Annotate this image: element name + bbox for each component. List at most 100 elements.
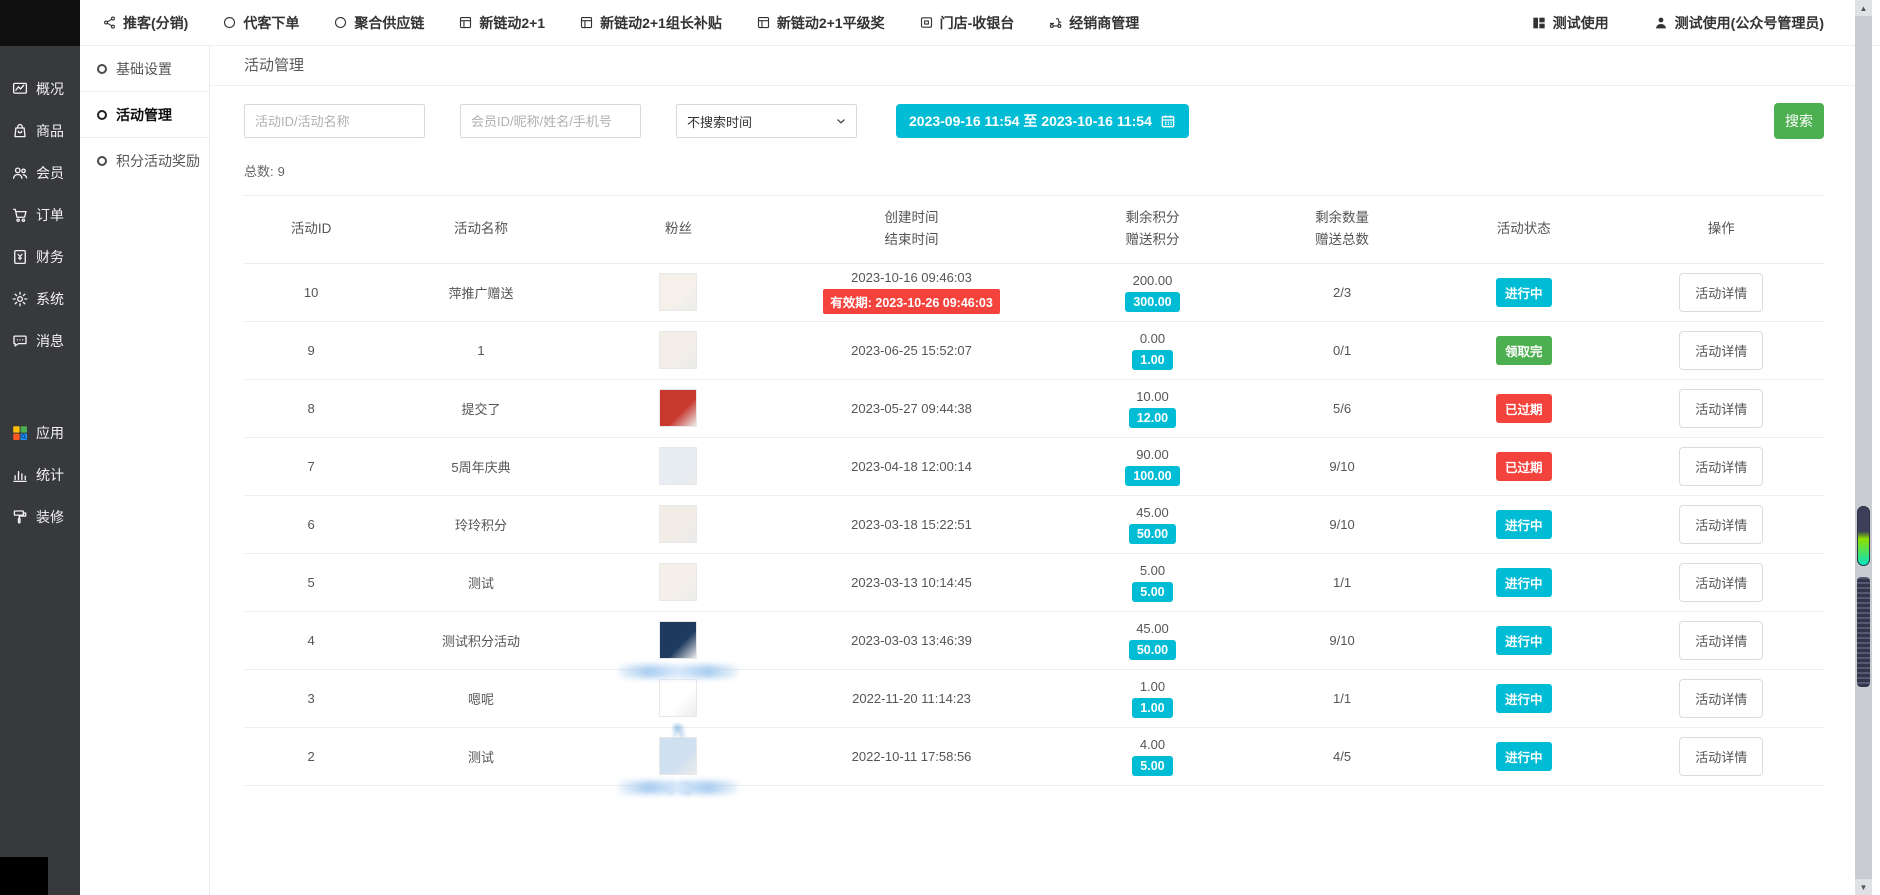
- activity-detail-button[interactable]: 活动详情: [1679, 389, 1763, 428]
- sidebar-item-apps-color[interactable]: 应用: [0, 412, 80, 454]
- account-item[interactable]: 测试使用: [1531, 13, 1609, 33]
- sidebar-item-label: 消息: [36, 331, 64, 351]
- date-range-button[interactable]: 2023-09-16 11:54 至 2023-10-16 11:54: [896, 104, 1189, 138]
- cell-points: 45.0050.00: [1050, 495, 1255, 553]
- column-header-line1: 粉丝: [584, 218, 774, 240]
- sidebar-item-goods[interactable]: 商品: [0, 110, 80, 152]
- table-row: 4测试积分活动2023-03-03 13:46:3945.0050.009/10…: [244, 611, 1824, 669]
- scrollbar-thumb[interactable]: [1857, 577, 1870, 687]
- top-nav-item[interactable]: 新链动2+1: [458, 13, 545, 33]
- cell-time: 2023-05-27 09:44:38: [773, 379, 1050, 437]
- bottom-left-corner-block: [0, 857, 48, 895]
- circle-outline-icon: [97, 110, 107, 120]
- circle-outline-icon: [97, 64, 107, 74]
- status-badge: 进行中: [1496, 742, 1552, 771]
- top-nav-item[interactable]: 新链动2+1平级奖: [756, 13, 885, 33]
- member-icon: [11, 164, 29, 182]
- activity-detail-button[interactable]: 活动详情: [1679, 563, 1763, 602]
- activity-detail-button[interactable]: 活动详情: [1679, 447, 1763, 486]
- sidebar-item-label: 会员: [36, 163, 64, 183]
- sidebar-item-label: 财务: [36, 247, 64, 267]
- sidebar-item-order[interactable]: 订单: [0, 194, 80, 236]
- page-scrollbar[interactable]: ▲ ▼: [1855, 0, 1872, 895]
- sidebar-item-label: 应用: [36, 423, 64, 443]
- account-item[interactable]: 测试使用(公众号管理员): [1653, 13, 1824, 33]
- fan-avatar-wrap: [659, 331, 697, 369]
- activity-detail-button[interactable]: 活动详情: [1679, 273, 1763, 312]
- cell-points: 200.00300.00: [1050, 263, 1255, 321]
- activity-detail-button[interactable]: 活动详情: [1679, 331, 1763, 370]
- fan-avatar: [659, 273, 697, 311]
- fan-avatar-wrap: [659, 563, 697, 601]
- column-header-line1: 剩余数量: [1255, 207, 1429, 229]
- activity-detail-button[interactable]: 活动详情: [1679, 679, 1763, 718]
- activity-detail-button[interactable]: 活动详情: [1679, 621, 1763, 660]
- activity-detail-button[interactable]: 活动详情: [1679, 737, 1763, 776]
- cell-status: 已过期: [1429, 437, 1619, 495]
- top-nav-item[interactable]: 代客下单: [222, 13, 299, 33]
- sidebar-item-finance[interactable]: 财务: [0, 236, 80, 278]
- fan-avatar-wrap: [659, 621, 697, 659]
- submenu-item[interactable]: 活动管理: [80, 92, 209, 138]
- submenu-item-label: 基础设置: [116, 59, 172, 79]
- submenu-item[interactable]: 积分活动奖励: [80, 138, 209, 184]
- gift-points-badge: 5.00: [1132, 582, 1172, 602]
- cell-fan: [584, 321, 774, 379]
- created-time: 2023-04-18 12:00:14: [773, 459, 1050, 474]
- fan-avatar: [659, 621, 697, 659]
- top-nav-item[interactable]: 新链动2+1组长补贴: [579, 13, 722, 33]
- sidebar-item-stats[interactable]: 统计: [0, 454, 80, 496]
- scrollbar-up-arrow[interactable]: ▲: [1855, 0, 1872, 16]
- cell-activity-id: 10: [244, 263, 378, 321]
- cell-activity-id: 4: [244, 611, 378, 669]
- cell-points: 1.001.00: [1050, 669, 1255, 727]
- cell-action: 活动详情: [1619, 437, 1824, 495]
- scrollbar-down-arrow[interactable]: ▼: [1855, 879, 1872, 895]
- table-row: 8提交了2023-05-27 09:44:3810.0012.005/6已过期活…: [244, 379, 1824, 437]
- sidebar-item-overview[interactable]: 概况: [0, 68, 80, 110]
- sidebar-item-decorate[interactable]: 装修: [0, 496, 80, 538]
- member-search-input[interactable]: [460, 104, 641, 138]
- cell-activity-name: 测试: [378, 553, 583, 611]
- search-button[interactable]: 搜索: [1774, 103, 1824, 139]
- cell-points: 5.005.00: [1050, 553, 1255, 611]
- column-header: 活动状态: [1429, 196, 1619, 264]
- top-nav-item[interactable]: 经销商管理: [1048, 13, 1139, 33]
- chevron-down-icon: [834, 114, 848, 128]
- status-badge: 进行中: [1496, 510, 1552, 539]
- gift-points-badge: 50.00: [1129, 524, 1176, 544]
- created-time: 2022-11-20 11:14:23: [773, 691, 1050, 706]
- submenu-item-label: 积分活动奖励: [116, 151, 200, 171]
- submenu-item[interactable]: 基础设置: [80, 46, 209, 92]
- table-row: 3嗯呢先2022-11-20 11:14:231.001.001/1进行中活动详…: [244, 669, 1824, 727]
- cell-status: 进行中: [1429, 669, 1619, 727]
- fan-avatar: [659, 447, 697, 485]
- activity-search-input[interactable]: [244, 104, 425, 138]
- top-nav-item[interactable]: 门店-收银台: [919, 13, 1015, 33]
- sidebar-item-label: 商品: [36, 121, 64, 141]
- sidebar-item-message[interactable]: 消息: [0, 320, 80, 362]
- sidebar-item-system[interactable]: 系统: [0, 278, 80, 320]
- column-header: 剩余积分赠送积分: [1050, 196, 1255, 264]
- sidebar-item-label: 订单: [36, 205, 64, 225]
- cell-status: 已过期: [1429, 379, 1619, 437]
- cell-quantity: 0/1: [1255, 321, 1429, 379]
- time-filter-select[interactable]: 不搜索时间: [676, 104, 857, 138]
- sidebar-item-member[interactable]: 会员: [0, 152, 80, 194]
- total-count: 总数:9: [244, 161, 1854, 180]
- cell-activity-id: 3: [244, 669, 378, 727]
- table-body: 10萍推广赠送2023-10-16 09:46:03有效期: 2023-10-2…: [244, 263, 1824, 785]
- fan-nickname: 先: [672, 720, 685, 739]
- activity-detail-button[interactable]: 活动详情: [1679, 505, 1763, 544]
- created-time: 2023-03-18 15:22:51: [773, 517, 1050, 532]
- cell-activity-name: 5周年庆典: [378, 437, 583, 495]
- top-nav-item[interactable]: 推客(分销): [102, 13, 188, 33]
- cell-activity-id: 6: [244, 495, 378, 553]
- cell-time: 2023-04-18 12:00:14: [773, 437, 1050, 495]
- fan-avatar: [659, 331, 697, 369]
- cell-status: 进行中: [1429, 495, 1619, 553]
- cell-points: 0.001.00: [1050, 321, 1255, 379]
- fan-avatar: [659, 563, 697, 601]
- sidebar-item-label: 统计: [36, 465, 64, 485]
- top-nav-item[interactable]: 聚合供应链: [333, 13, 424, 33]
